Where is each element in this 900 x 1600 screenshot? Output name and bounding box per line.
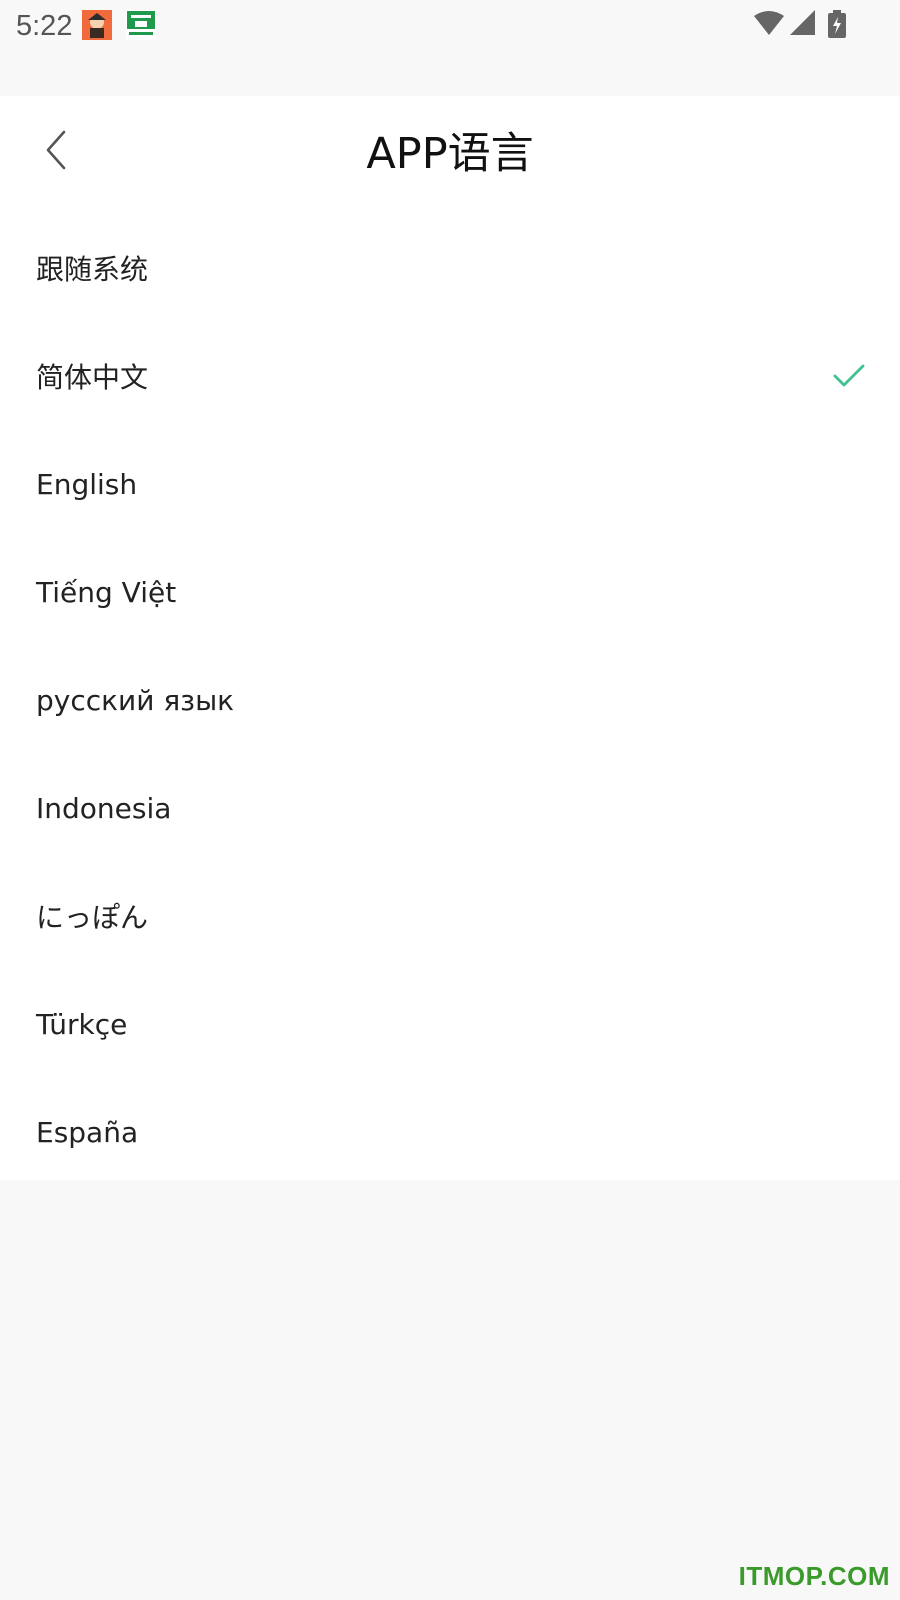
language-label: にっぽん [36,901,149,934]
language-item-russian[interactable]: русский язык [0,646,900,754]
battery-charging-icon [828,10,846,38]
language-settings-panel: APP语言 跟随系统 简体中文 English Tiếng Việt русск… [0,96,900,1180]
language-list: 跟随系统 简体中文 English Tiếng Việt русский язы… [0,214,900,1186]
language-label: Türkçe [36,1007,128,1041]
language-item-vietnamese[interactable]: Tiếng Việt [0,538,900,646]
language-label: English [36,467,138,501]
language-item-english[interactable]: English [0,430,900,538]
watermark: ITMOP.COM [738,1561,890,1591]
app-notification-icon [126,10,156,40]
language-label: Tiếng Việt [36,575,177,609]
signal-icon [790,10,815,35]
language-item-indonesian[interactable]: Indonesia [0,754,900,862]
check-icon [833,364,865,387]
language-label: España [36,1115,139,1149]
app-notification-icon [82,10,112,40]
language-label: Indonesia [36,791,172,825]
page-title: APP语言 [366,129,534,179]
language-label: 简体中文 [36,361,149,394]
status-bar: 5:22 [0,0,900,96]
language-item-simplified-chinese[interactable]: 简体中文 [0,322,900,430]
language-item-japanese[interactable]: にっぽん [0,862,900,970]
language-item-spanish[interactable]: España [0,1078,900,1186]
language-item-turkish[interactable]: Türkçe [0,970,900,1078]
language-label: 跟随系统 [36,253,149,286]
wifi-icon [754,11,784,35]
status-time: 5:22 [16,10,73,42]
language-label: русский язык [36,683,235,717]
language-item-follow-system[interactable]: 跟随系统 [0,214,900,322]
toolbar: APP语言 [0,96,900,214]
